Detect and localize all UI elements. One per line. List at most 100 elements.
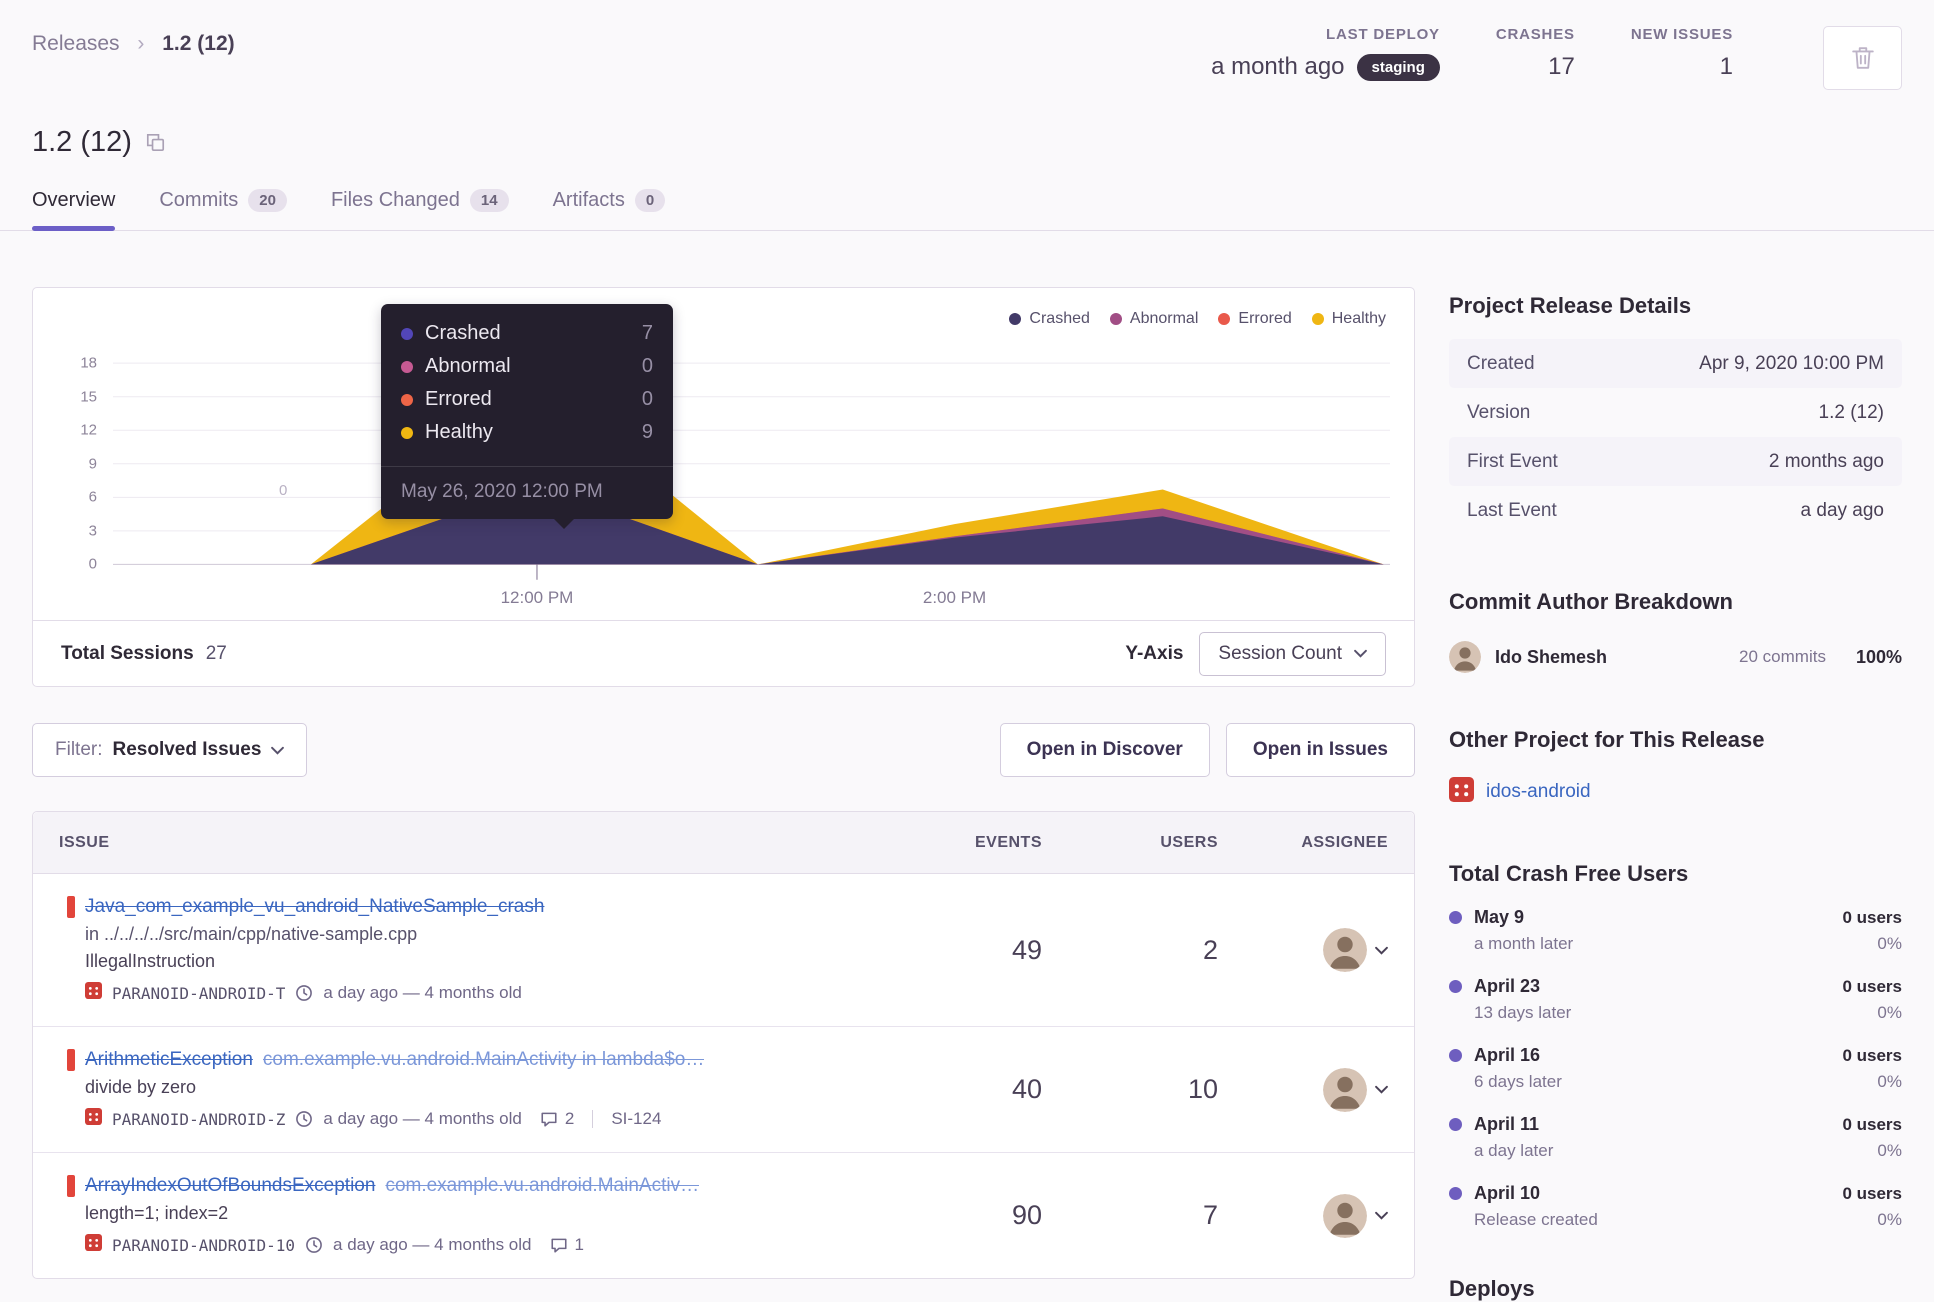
project-name: PARANOID-ANDROID-Z: [112, 1110, 285, 1129]
errored-dot-icon: [401, 394, 413, 406]
project-avatar-icon: [85, 1108, 102, 1130]
assignee-dropdown[interactable]: [1218, 1068, 1388, 1112]
open-in-issues-button[interactable]: Open in Issues: [1226, 723, 1415, 777]
legend-item-crashed[interactable]: Crashed: [1009, 310, 1089, 328]
crashed-dot-icon: [401, 328, 413, 340]
timeline-bullet-icon: [1449, 980, 1462, 993]
events-count: 49: [1012, 935, 1042, 965]
issue-culprit[interactable]: com.example.vu.android.MainActivity in l…: [263, 1049, 704, 1071]
tab-artifacts[interactable]: Artifacts 0: [553, 189, 666, 230]
issues-filter-select[interactable]: Filter: Resolved Issues: [32, 723, 307, 777]
issues-filter-bar: Filter: Resolved Issues Open in Discover…: [32, 723, 1415, 777]
y-tick-label: 9: [89, 455, 97, 472]
issue-title-link[interactable]: Java_com_example_vu_android_NativeSample…: [85, 896, 544, 918]
comments-group: 2: [540, 1109, 574, 1129]
issue-message: length=1; index=2: [85, 1203, 872, 1224]
crash-free-item: April 11 0 users a day later 0%: [1449, 1114, 1902, 1161]
tooltip-caret: [553, 518, 575, 529]
comment-icon: [550, 1236, 568, 1254]
tooltip-row-errored: Errored 0: [401, 388, 653, 411]
detail-row-last-event: Last Event a day ago: [1449, 486, 1902, 535]
copy-icon: [146, 133, 165, 152]
assignee-dropdown[interactable]: [1218, 928, 1388, 972]
clock-icon: [295, 984, 313, 1002]
clock-icon: [295, 1110, 313, 1128]
release-overview-page: Releases › 1.2 (12) LAST DEPLOY a month …: [0, 0, 1934, 1302]
y-tick-label: 18: [80, 355, 97, 372]
trash-icon: [1852, 46, 1874, 70]
healthy-dot-icon: [401, 427, 413, 439]
total-sessions-label: Total Sessions: [61, 643, 194, 665]
stat-new-issues: NEW ISSUES 1: [1631, 26, 1733, 81]
delete-release-button[interactable]: [1823, 26, 1902, 90]
tab-commits[interactable]: Commits 20: [159, 189, 287, 230]
y-tick-label: 12: [80, 422, 97, 439]
legend-item-abnormal[interactable]: Abnormal: [1110, 310, 1198, 328]
open-in-discover-button[interactable]: Open in Discover: [1000, 723, 1210, 777]
tooltip-row-crashed: Crashed 7: [401, 322, 653, 345]
issue-title-link[interactable]: ArrayIndexOutOfBoundsException: [85, 1175, 375, 1197]
total-sessions-value: 27: [206, 643, 227, 665]
project-avatar-icon: [85, 982, 102, 1004]
chart-zero-label: 0: [279, 482, 287, 499]
timeline-bullet-icon: [1449, 1049, 1462, 1062]
detail-row-version: Version 1.2 (12): [1449, 388, 1902, 437]
author-name: Ido Shemesh: [1495, 647, 1607, 668]
assignee-avatar: [1323, 928, 1367, 972]
assignee-avatar: [1323, 1068, 1367, 1112]
tab-overview[interactable]: Overview: [32, 189, 115, 230]
tab-commits-count: 20: [248, 189, 287, 212]
timeline-bullet-icon: [1449, 911, 1462, 924]
assignee-dropdown[interactable]: [1218, 1194, 1388, 1238]
release-sidebar: Project Release Details Created Apr 9, 2…: [1449, 287, 1902, 1302]
events-count: 90: [1012, 1200, 1042, 1230]
release-details-title: Project Release Details: [1449, 293, 1902, 319]
legend-item-healthy[interactable]: Healthy: [1312, 310, 1386, 328]
other-project-link[interactable]: idos-android: [1486, 781, 1591, 803]
header-issue: ISSUE: [33, 834, 872, 852]
chart-y-axis: 0369121518: [57, 344, 97, 574]
header-assignee: ASSIGNEE: [1218, 834, 1414, 852]
meta-divider: [592, 1110, 593, 1128]
timeline-bullet-icon: [1449, 1187, 1462, 1200]
chevron-down-icon: [271, 746, 284, 755]
legend-item-errored[interactable]: Errored: [1218, 310, 1291, 328]
tooltip-row-healthy: Healthy 9: [401, 421, 653, 444]
error-level-icon: [67, 896, 75, 918]
chevron-down-icon: [1354, 649, 1367, 658]
project-name: PARANOID-ANDROID-T: [112, 984, 285, 1003]
issue-row: Java_com_example_vu_android_NativeSample…: [33, 874, 1414, 1026]
tabs-bar: Overview Commits 20 Files Changed 14 Art…: [0, 189, 1934, 231]
x-tick-label: 2:00 PM: [923, 588, 986, 608]
issue-culprit[interactable]: com.example.vu.android.MainActiv…: [385, 1175, 699, 1197]
users-count: 7: [1203, 1200, 1218, 1230]
copy-version-button[interactable]: [146, 133, 165, 152]
tab-files-changed[interactable]: Files Changed 14: [331, 189, 509, 230]
ticket-link[interactable]: SI-124: [611, 1109, 661, 1129]
project-name: PARANOID-ANDROID-10: [112, 1236, 295, 1255]
stat-new-issues-value: 1: [1720, 53, 1733, 81]
comment-count: 1: [575, 1235, 584, 1255]
y-tick-label: 0: [89, 556, 97, 573]
issue-age: a day ago — 4 months old: [323, 983, 521, 1003]
comment-icon: [540, 1110, 558, 1128]
header-events: EVENTS: [872, 834, 1042, 852]
abnormal-dot-icon: [1110, 313, 1122, 325]
author-percent: 100%: [1856, 647, 1902, 668]
chart-legend: Crashed Abnormal Errored Healthy: [1009, 310, 1386, 328]
chart-tooltip: Crashed 7 Abnormal 0 Errored: [381, 304, 673, 519]
breadcrumb-releases-link[interactable]: Releases: [32, 32, 120, 55]
chevron-down-icon: [1375, 946, 1388, 955]
chart-x-axis: 12:00 PM2:00 PM: [113, 574, 1390, 620]
stat-new-issues-label: NEW ISSUES: [1631, 26, 1733, 43]
header-users: USERS: [1042, 834, 1218, 852]
yaxis-select[interactable]: Session Count: [1199, 632, 1386, 676]
error-level-icon: [67, 1175, 75, 1197]
crash-free-timeline: May 9 0 users a month later 0% April 23 …: [1449, 907, 1902, 1230]
users-count: 2: [1203, 935, 1218, 965]
crashed-dot-icon: [1009, 313, 1021, 325]
y-tick-label: 3: [89, 522, 97, 539]
issues-table-header: ISSUE EVENTS USERS ASSIGNEE: [33, 812, 1414, 874]
issue-title-link[interactable]: ArithmeticException: [85, 1049, 253, 1071]
errored-dot-icon: [1218, 313, 1230, 325]
